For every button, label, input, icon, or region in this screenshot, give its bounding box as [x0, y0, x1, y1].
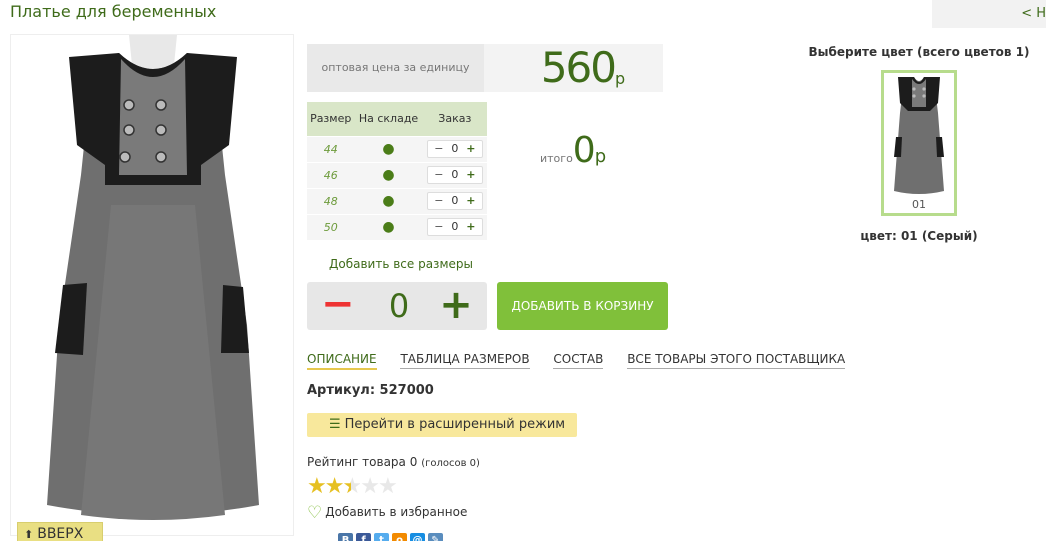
qty-value[interactable]: 0 — [446, 167, 464, 183]
color-thumbnail[interactable]: 01 — [881, 70, 957, 216]
stock-indicator: ● — [354, 135, 423, 162]
order-stepper[interactable]: −0 + — [426, 166, 483, 184]
scroll-up-label: ВВЕРХ — [37, 526, 84, 541]
stock-indicator: ● — [354, 213, 423, 240]
order-cell: −0 + — [422, 213, 487, 240]
decrease-button[interactable]: − — [321, 282, 355, 330]
star-icon[interactable]: ★ — [325, 474, 345, 499]
selected-color-caption: цвет: 01 (Серый) — [860, 229, 978, 243]
quantity-stepper: − 0 + — [307, 282, 487, 330]
plus-button[interactable]: + — [464, 193, 478, 209]
arrow-up-icon: ⬆ — [24, 528, 34, 541]
tab-size-chart[interactable]: ТАБЛИЦА РАЗМЕРОВ — [400, 352, 530, 369]
total-currency: р — [594, 146, 607, 167]
qty-value[interactable]: 0 — [446, 193, 464, 209]
price-currency: р — [615, 69, 626, 88]
scroll-up-button[interactable]: ⬆ ВВЕРХ — [17, 522, 103, 541]
increase-button[interactable]: + — [439, 282, 473, 330]
back-nav-label: < Н — [1021, 6, 1046, 21]
quantity-value[interactable]: 0 — [377, 282, 421, 330]
product-tabs: ОПИСАНИЕ ТАБЛИЦА РАЗМЕРОВ СОСТАВ ВСЕ ТОВ… — [307, 352, 865, 370]
odnoklassniki-icon[interactable]: о — [392, 533, 407, 541]
minus-button[interactable]: − — [432, 141, 446, 157]
header-size: Размер — [307, 102, 355, 136]
star-icon[interactable]: ★ — [307, 474, 327, 499]
minus-button[interactable]: − — [432, 193, 446, 209]
order-cell: −0 + — [422, 135, 487, 162]
article-number: Артикул: 527000 — [307, 383, 434, 398]
size-table: Размер На складе Заказ 44 ● −0 + 46 ● −0 +… — [307, 102, 487, 240]
plus-button[interactable]: + — [464, 167, 478, 183]
add-to-favorites-link[interactable]: ♡ Добавить в избранное — [307, 503, 467, 523]
size-cell: 50 — [307, 213, 355, 240]
size-cell: 48 — [307, 187, 355, 214]
table-row: 48 ● −0 + — [307, 187, 487, 214]
order-stepper[interactable]: −0 + — [426, 140, 483, 158]
product-rating: Рейтинг товара 0 (голосов 0) — [307, 455, 480, 469]
color-selector-title: Выберите цвет (всего цветов 1) — [808, 45, 1030, 59]
table-row: 50 ● −0 + — [307, 213, 487, 240]
order-cell: −0 + — [422, 187, 487, 214]
advanced-mode-button[interactable]: ☰ Перейти в расширенный режим — [307, 413, 577, 437]
rating-value: 0 — [409, 455, 418, 469]
dress-image — [47, 35, 259, 520]
header-order: Заказ — [422, 102, 487, 136]
add-all-sizes-link[interactable]: Добавить все размеры — [329, 257, 473, 271]
price-box: оптовая цена за единицу 560р — [307, 44, 663, 92]
heart-icon: ♡ — [307, 503, 323, 523]
product-photo[interactable] — [10, 34, 294, 536]
stock-indicator: ● — [354, 161, 423, 188]
order-cell: −0 + — [422, 161, 487, 188]
price-amount: 560 — [540, 43, 617, 92]
plus-button[interactable]: + — [464, 219, 478, 235]
minus-button[interactable]: − — [432, 219, 446, 235]
star-half-icon[interactable]: ★ — [342, 474, 362, 499]
size-cell: 46 — [307, 161, 355, 188]
advanced-mode-label: Перейти в расширенный режим — [344, 417, 566, 432]
order-total: итого0р — [540, 130, 606, 171]
rating-votes: (голосов 0) — [421, 458, 480, 469]
tab-supplier-products[interactable]: ВСЕ ТОВАРЫ ЭТОГО ПОСТАВЩИКА — [627, 352, 846, 369]
favorites-label: Добавить в избранное — [325, 505, 468, 519]
qty-value[interactable]: 0 — [446, 141, 464, 157]
vk-icon[interactable]: B — [338, 533, 353, 541]
back-nav-link[interactable]: < Н — [932, 0, 1046, 28]
price-value: 560р — [503, 44, 663, 92]
qty-value[interactable]: 0 — [446, 219, 464, 235]
size-cell: 44 — [307, 135, 355, 162]
total-label: итого — [540, 152, 573, 165]
list-icon: ☰ — [329, 417, 341, 432]
price-label: оптовая цена за единицу — [307, 44, 484, 92]
header-stock: На складе — [354, 102, 423, 136]
social-share: Bf t о @ ✎ — [338, 528, 446, 541]
stock-indicator: ● — [354, 187, 423, 214]
dress-thumbnail-image — [894, 77, 944, 194]
order-stepper[interactable]: −0 + — [426, 218, 483, 237]
facebook-icon[interactable]: f — [356, 533, 371, 541]
table-row: 44 ● −0 + — [307, 135, 487, 162]
tab-description[interactable]: ОПИСАНИЕ — [307, 352, 377, 370]
order-stepper[interactable]: −0 + — [426, 192, 483, 210]
minus-button[interactable]: − — [432, 167, 446, 183]
plus-button[interactable]: + — [464, 141, 478, 157]
rating-stars[interactable]: ★★★★★ — [307, 474, 398, 499]
add-to-cart-button[interactable]: ДОБАВИТЬ В КОРЗИНУ — [497, 282, 668, 330]
livejournal-icon[interactable]: ✎ — [428, 533, 443, 541]
star-icon[interactable]: ★ — [378, 474, 398, 499]
color-code: 01 — [912, 198, 926, 211]
rating-label: Рейтинг товара — [307, 455, 406, 469]
total-value: 0 — [572, 130, 596, 171]
page-title: Платье для беременных — [10, 2, 217, 21]
size-table-header: Размер На складе Заказ — [307, 102, 487, 136]
table-row: 46 ● −0 + — [307, 161, 487, 188]
tab-composition[interactable]: СОСТАВ — [553, 352, 604, 369]
star-icon[interactable]: ★ — [360, 474, 380, 499]
twitter-icon[interactable]: t — [374, 533, 389, 541]
mailru-icon[interactable]: @ — [410, 533, 425, 541]
